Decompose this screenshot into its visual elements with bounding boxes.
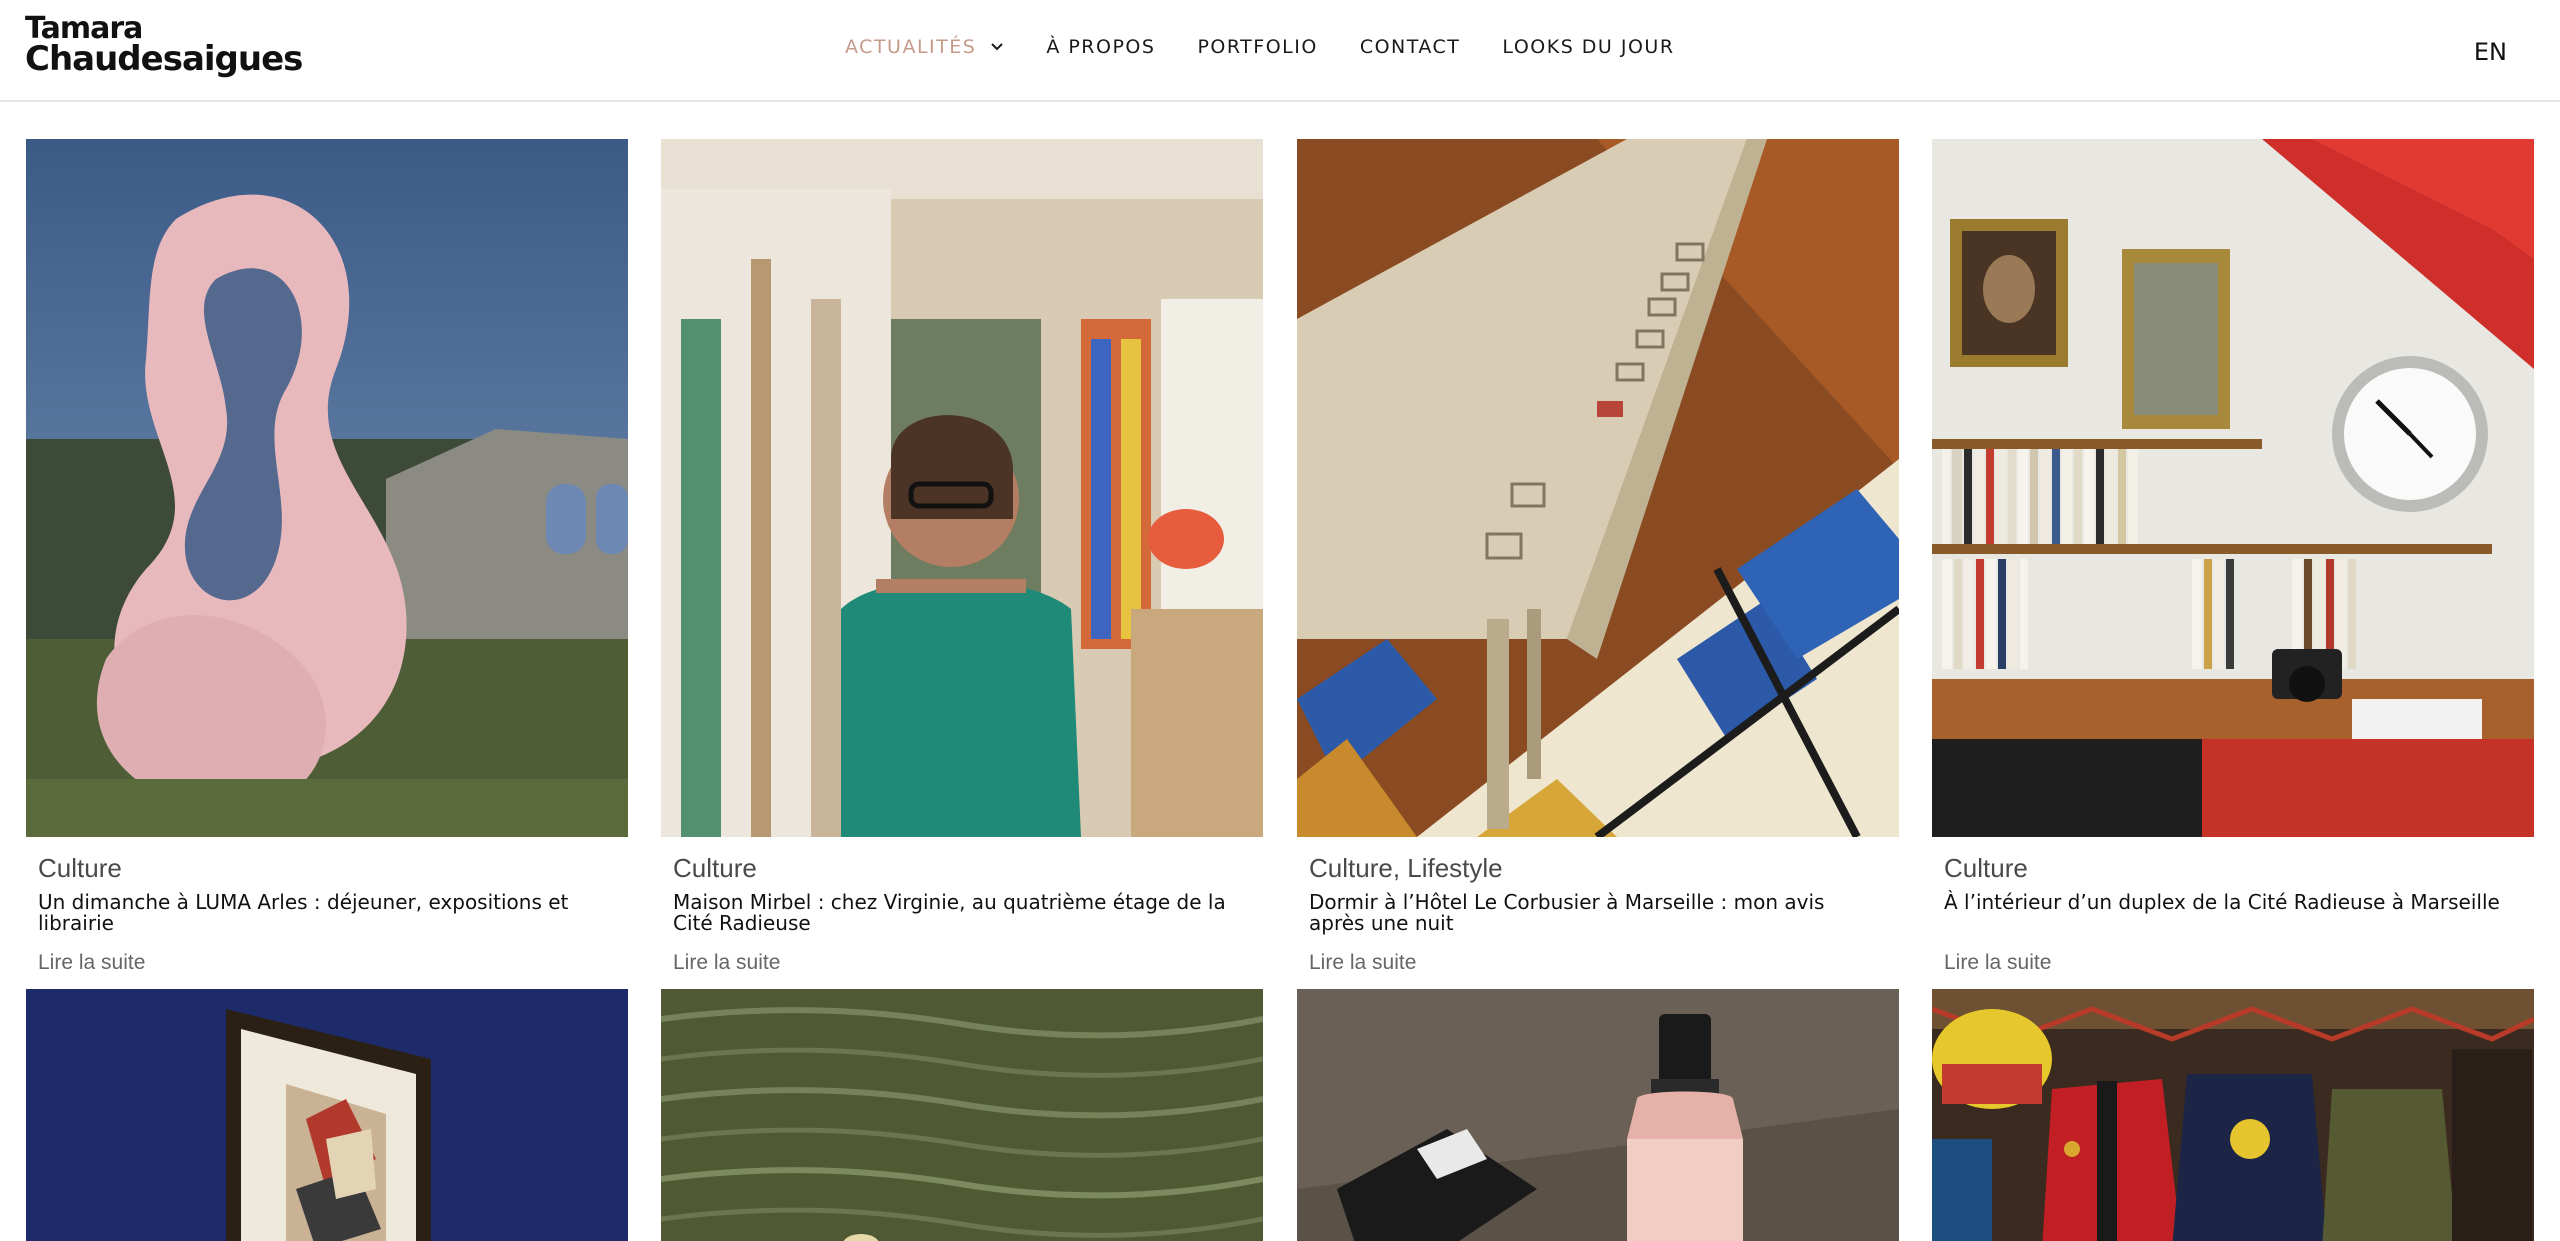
site-header: Tamara Chaudesaigues ACTUALITÉS À PROPOS… xyxy=(0,0,2560,102)
language-switch[interactable]: EN xyxy=(2474,38,2507,66)
main-nav: ACTUALITÉS À PROPOS PORTFOLIO CONTACT LO… xyxy=(845,36,1675,58)
pink-sculpture-image xyxy=(26,139,628,837)
nav-portfolio-label: PORTFOLIO xyxy=(1197,36,1318,58)
post-title[interactable]: Dormir à l’Hôtel Le Corbusier à Marseill… xyxy=(1309,892,1884,934)
logo-line-2: Chaudesaigues xyxy=(25,39,303,79)
nav-contact-label: CONTACT xyxy=(1359,36,1461,58)
post-image-pink-sculpture[interactable] xyxy=(26,139,628,837)
post-card xyxy=(1932,989,2534,1241)
post-title[interactable]: À l’intérieur d’un duplex de la Cité Rad… xyxy=(1944,892,2519,913)
post-card xyxy=(1297,989,1899,1241)
post-image-woman-apartment[interactable] xyxy=(661,139,1263,837)
post-title[interactable]: Un dimanche à LUMA Arles : déjeuner, exp… xyxy=(38,892,613,934)
read-more-link[interactable]: Lire la suite xyxy=(1309,951,1416,975)
post-image-framed-artwork[interactable] xyxy=(26,989,628,1241)
post-category[interactable]: Culture xyxy=(673,853,757,884)
post-category[interactable]: Culture, Lifestyle xyxy=(1309,853,1503,884)
post-image-cosmetic-bottle[interactable] xyxy=(1297,989,1899,1241)
nav-contact[interactable]: CONTACT xyxy=(1360,36,1461,58)
post-image-water[interactable] xyxy=(661,989,1263,1241)
post-card xyxy=(661,989,1263,1241)
nav-actualites[interactable]: ACTUALITÉS xyxy=(845,36,1004,58)
bench-rug-image xyxy=(1297,139,1899,837)
cosmetic-bottle-image xyxy=(1297,989,1899,1241)
water-image xyxy=(661,989,1263,1241)
nav-actualites-label: ACTUALITÉS xyxy=(845,36,977,58)
post-image-vintage-shop[interactable] xyxy=(1932,989,2534,1241)
nav-a-propos-label: À PROPOS xyxy=(1046,36,1156,58)
post-title[interactable]: Maison Mirbel : chez Virginie, au quatri… xyxy=(673,892,1248,934)
post-category[interactable]: Culture xyxy=(38,853,122,884)
post-image-bench-rug[interactable] xyxy=(1297,139,1899,837)
chevron-down-icon xyxy=(991,43,1004,51)
woman-apartment-image xyxy=(661,139,1263,837)
bookshelf-image xyxy=(1932,139,2534,837)
nav-looks-du-jour-label: LOOKS DU JOUR xyxy=(1502,36,1675,58)
vintage-shop-image xyxy=(1932,989,2534,1241)
nav-looks-du-jour[interactable]: LOOKS DU JOUR xyxy=(1502,36,1674,58)
nav-a-propos[interactable]: À PROPOS xyxy=(1046,36,1155,58)
post-category[interactable]: Culture xyxy=(1944,853,2028,884)
framed-artwork-image xyxy=(26,989,628,1241)
post-image-bookshelf[interactable] xyxy=(1932,139,2534,837)
nav-portfolio[interactable]: PORTFOLIO xyxy=(1197,36,1317,58)
site-logo[interactable]: Tamara Chaudesaigues xyxy=(25,14,303,79)
post-card xyxy=(26,989,628,1241)
read-more-link[interactable]: Lire la suite xyxy=(38,951,145,975)
read-more-link[interactable]: Lire la suite xyxy=(673,951,780,975)
read-more-link[interactable]: Lire la suite xyxy=(1944,951,2051,975)
